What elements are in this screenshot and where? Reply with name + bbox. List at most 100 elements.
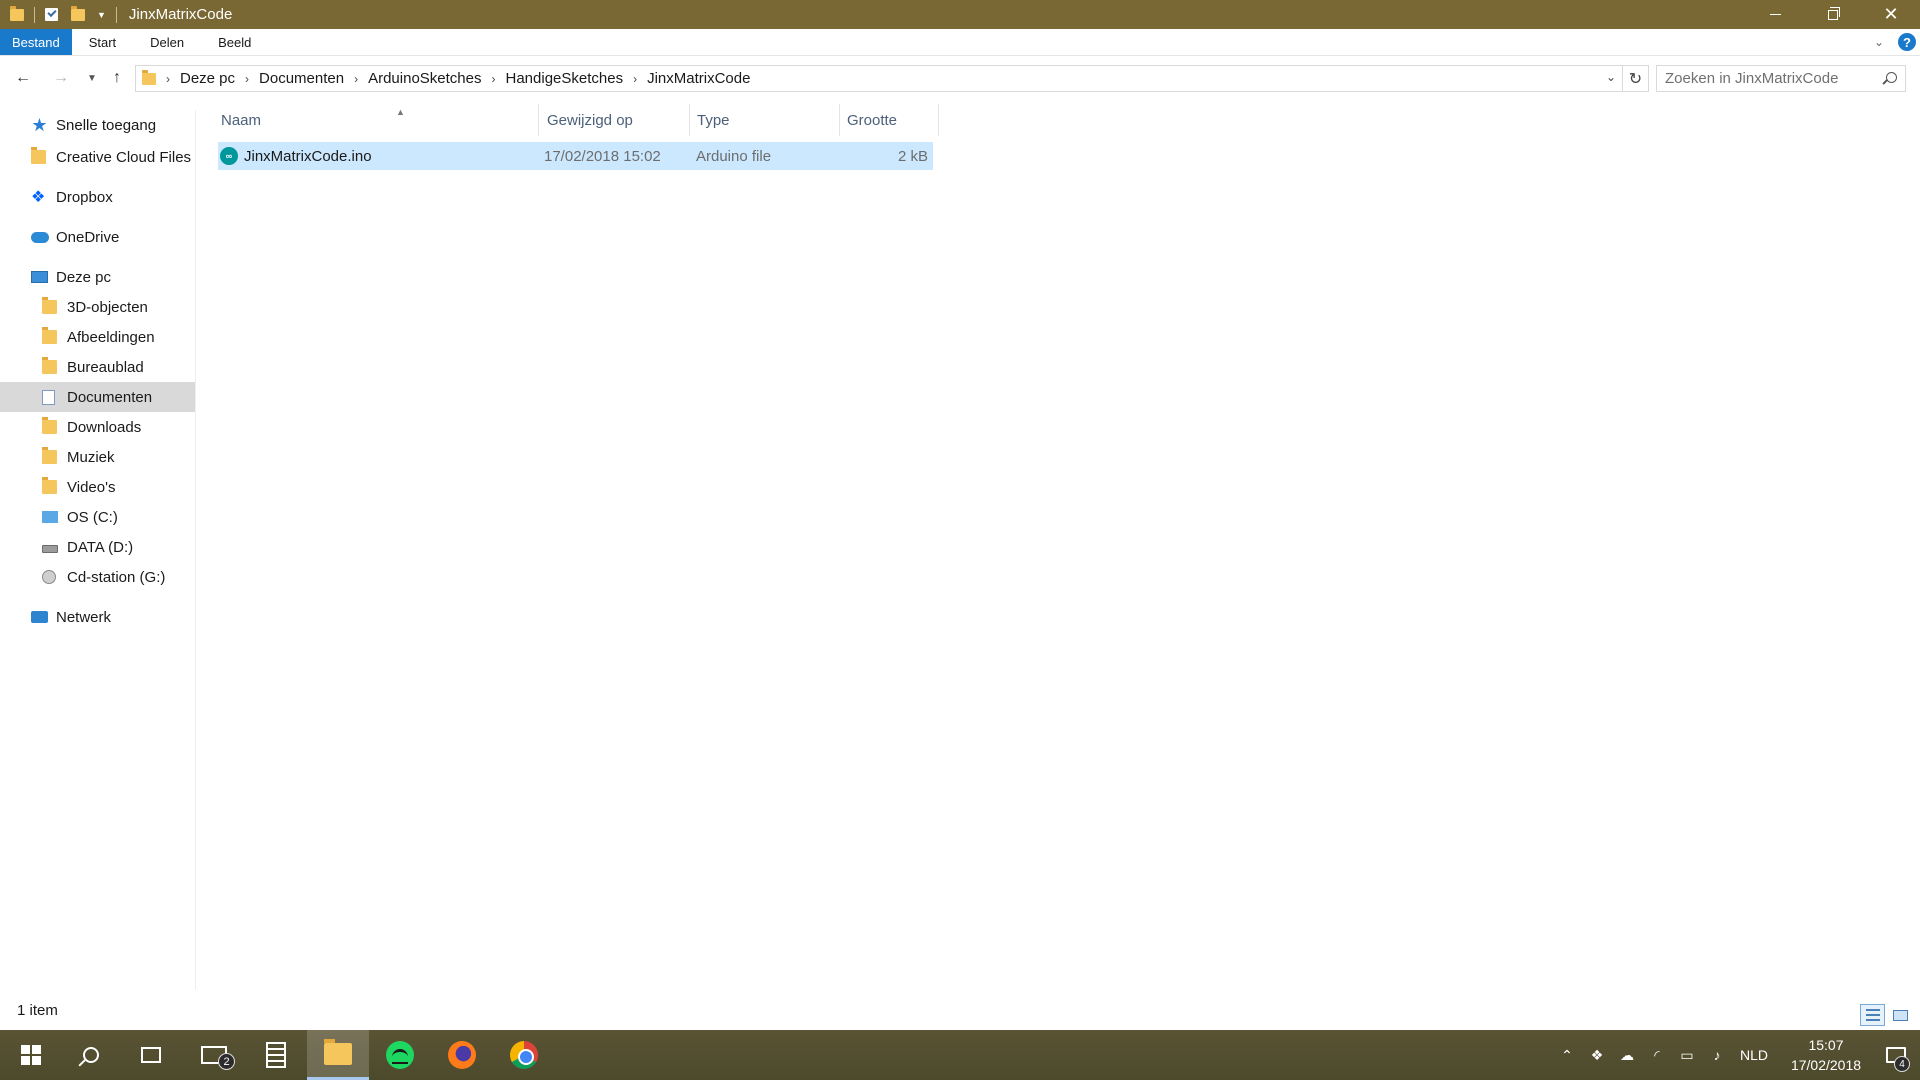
sidebar-item-label: Muziek — [67, 448, 115, 466]
sidebar-item-muziek[interactable]: Muziek — [0, 442, 195, 472]
column-header-naam[interactable]: Naam ▲ — [221, 106, 533, 134]
column-label: Grootte — [847, 111, 898, 129]
taskbar-search-button[interactable] — [60, 1030, 122, 1080]
title-bar: ▼ JinxMatrixCode ✕ — [0, 0, 1920, 29]
file-modified-cell: 17/02/2018 15:02 — [544, 147, 661, 165]
sidebar-item-videos[interactable]: Video's — [0, 472, 195, 502]
taskbar-spotify[interactable] — [369, 1030, 431, 1080]
tab-beeld[interactable]: Beeld — [201, 29, 268, 55]
sidebar-item-label: Netwerk — [56, 608, 112, 626]
notification-badge: 4 — [1894, 1056, 1910, 1072]
forward-button[interactable]: → — [48, 65, 74, 91]
column-label: Gewijzigd op — [547, 111, 633, 129]
taskbar-chrome[interactable] — [493, 1030, 555, 1080]
cloud-icon — [31, 230, 49, 245]
table-row[interactable]: ∞ JinxMatrixCode.ino 17/02/2018 15:02 Ar… — [218, 142, 933, 170]
action-center-button[interactable]: 4 — [1872, 1030, 1920, 1080]
sidebar-item-afbeeldingen[interactable]: Afbeeldingen — [0, 322, 195, 352]
properties-check-icon[interactable] — [45, 7, 59, 22]
tray-battery[interactable]: ▭ — [1672, 1030, 1702, 1080]
chevron-up-icon: ⌃ — [1561, 1046, 1573, 1063]
dropbox-icon: ❖ — [1590, 1046, 1604, 1063]
taskbar-mail[interactable]: 2 — [183, 1030, 245, 1080]
folder-icon — [42, 296, 59, 315]
taskbar-calculator[interactable] — [245, 1030, 307, 1080]
address-row: ← → ▼ ↑ › Deze pc › Documenten › Arduino… — [0, 61, 1920, 96]
start-button[interactable] — [0, 1030, 62, 1080]
sort-ascending-icon: ▲ — [396, 107, 405, 117]
breadcrumb-documenten[interactable]: Documenten — [259, 70, 344, 87]
column-header-gewijzigd-op[interactable]: Gewijzigd op — [547, 106, 657, 134]
task-view-button[interactable] — [120, 1030, 182, 1080]
sidebar-item-cd-station-g[interactable]: Cd-station (G:) — [0, 562, 195, 592]
address-history-chevron-down-icon[interactable]: ⌄ — [1606, 70, 1616, 84]
sidebar-item-downloads[interactable]: Downloads — [0, 412, 195, 442]
column-header-grootte[interactable]: Grootte — [847, 106, 937, 134]
column-header-type[interactable]: Type — [697, 106, 807, 134]
breadcrumb-handigesketches[interactable]: HandigeSketches — [506, 70, 624, 87]
sidebar-item-dropbox[interactable]: ❖ Dropbox — [0, 182, 195, 212]
address-bar[interactable]: › Deze pc › Documenten › ArduinoSketches… — [135, 65, 1623, 92]
sidebar-item-netwerk[interactable]: Netwerk — [0, 602, 195, 632]
tab-bestand[interactable]: Bestand — [0, 29, 72, 55]
chevron-right-icon[interactable]: › — [492, 72, 496, 86]
tray-dropbox[interactable]: ❖ — [1582, 1030, 1612, 1080]
chevron-right-icon[interactable]: › — [354, 72, 358, 86]
input-language[interactable]: NLD — [1740, 1047, 1768, 1063]
search-box[interactable] — [1656, 65, 1906, 92]
column-divider[interactable] — [839, 104, 840, 136]
sidebar-item-bureaublad[interactable]: Bureaublad — [0, 352, 195, 382]
restore-button[interactable] — [1804, 0, 1862, 29]
help-icon[interactable]: ? — [1898, 33, 1916, 51]
tab-delen[interactable]: Delen — [133, 29, 201, 55]
tray-network[interactable]: ◜ — [1642, 1030, 1672, 1080]
tray-volume[interactable]: ♪ — [1702, 1030, 1732, 1080]
sidebar-item-3d-objecten[interactable]: 3D-objecten — [0, 292, 195, 322]
chevron-right-icon[interactable]: › — [633, 72, 637, 86]
customize-toolbar-chevron-down-icon[interactable]: ▼ — [97, 10, 106, 20]
expand-ribbon-chevron-down-icon[interactable]: ⌄ — [1874, 35, 1884, 49]
breadcrumb-deze-pc[interactable]: Deze pc — [180, 70, 235, 87]
close-button[interactable]: ✕ — [1862, 0, 1920, 29]
recent-locations-button[interactable]: ▼ — [84, 65, 100, 91]
sidebar-item-label: Bureaublad — [67, 358, 144, 376]
large-icons-view-button[interactable] — [1888, 1004, 1913, 1026]
column-divider[interactable] — [938, 104, 939, 136]
breadcrumb-jinxmatrixcode[interactable]: JinxMatrixCode — [647, 70, 750, 87]
column-label: Type — [697, 111, 730, 129]
clock[interactable]: 15:07 17/02/2018 — [1780, 1035, 1872, 1075]
back-button[interactable]: ← — [10, 65, 36, 91]
sidebar-item-documenten[interactable]: Documenten — [0, 382, 195, 412]
sidebar-item-deze-pc[interactable]: Deze pc — [0, 262, 195, 292]
chevron-right-icon[interactable]: › — [245, 72, 249, 86]
minimize-button[interactable] — [1746, 0, 1804, 29]
show-hidden-icons-button[interactable]: ⌃ — [1552, 1030, 1582, 1080]
refresh-button[interactable]: ↻ — [1623, 65, 1649, 92]
details-view-button[interactable] — [1860, 1004, 1885, 1026]
up-button[interactable]: ↑ — [104, 65, 130, 91]
chevron-right-icon[interactable]: › — [166, 72, 170, 86]
file-name-cell[interactable]: ∞ JinxMatrixCode.ino — [220, 142, 530, 170]
new-folder-icon[interactable] — [71, 5, 85, 22]
window-title: JinxMatrixCode — [128, 6, 233, 23]
sidebar-item-creative-cloud-files[interactable]: Creative Cloud Files — [0, 142, 195, 172]
sidebar-item-snelle-toegang[interactable]: ★ Snelle toegang — [0, 110, 195, 140]
tray-onedrive[interactable]: ☁ — [1612, 1030, 1642, 1080]
sidebar-item-label: 3D-objecten — [67, 298, 148, 316]
taskbar-firefox[interactable] — [431, 1030, 493, 1080]
sidebar-item-onedrive[interactable]: OneDrive — [0, 222, 195, 252]
taskbar-file-explorer[interactable] — [307, 1030, 369, 1080]
cd-drive-icon — [42, 569, 59, 585]
sidebar-item-os-c[interactable]: OS (C:) — [0, 502, 195, 532]
tab-start[interactable]: Start — [72, 29, 133, 55]
search-icon — [83, 1047, 99, 1063]
column-divider[interactable] — [538, 104, 539, 136]
column-divider[interactable] — [689, 104, 690, 136]
clock-time: 15:07 — [1808, 1037, 1844, 1053]
sidebar-item-data-d[interactable]: DATA (D:) — [0, 532, 195, 562]
spotify-icon — [386, 1041, 414, 1069]
navigation-pane: ★ Snelle toegang Creative Cloud Files ❖ … — [0, 110, 196, 990]
search-icon[interactable] — [1886, 72, 1897, 83]
breadcrumb-arduinosketches[interactable]: ArduinoSketches — [368, 70, 481, 87]
search-input[interactable] — [1665, 70, 1875, 87]
